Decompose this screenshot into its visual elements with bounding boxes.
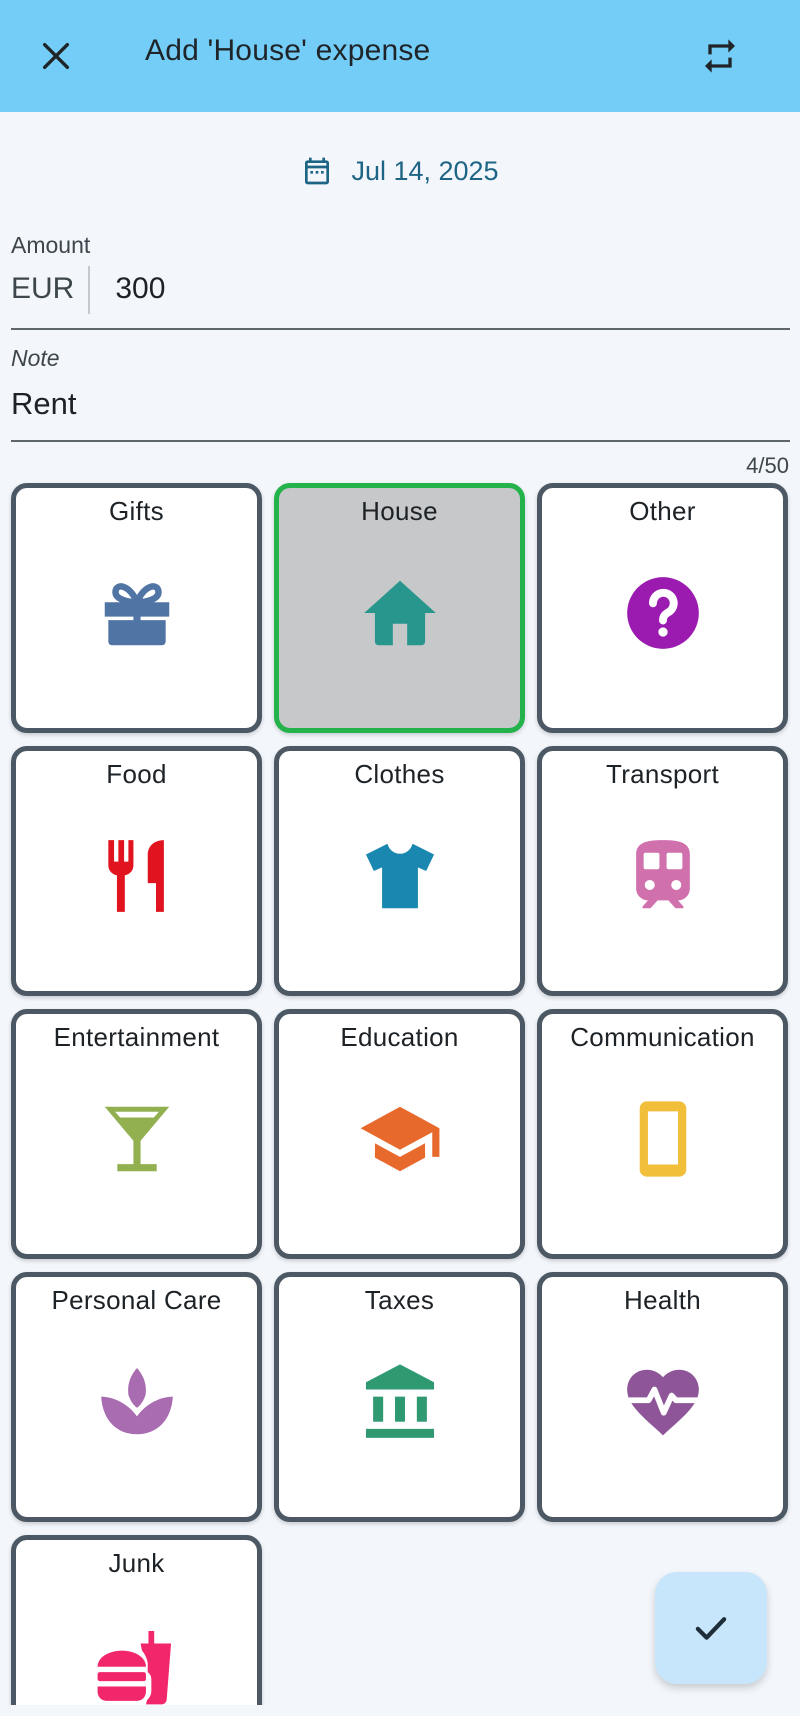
tshirt-icon bbox=[357, 833, 443, 919]
category-tile-food[interactable]: Food bbox=[11, 746, 262, 996]
note-input[interactable] bbox=[11, 378, 771, 422]
phone-icon bbox=[620, 1096, 706, 1182]
category-label: Personal Care bbox=[51, 1285, 222, 1315]
category-label: Clothes bbox=[354, 759, 445, 789]
gift-icon bbox=[94, 570, 180, 656]
amount-label: Amount bbox=[11, 232, 91, 258]
category-label: House bbox=[361, 496, 438, 526]
page-title: Add 'House' expense bbox=[145, 34, 431, 67]
check-icon bbox=[695, 1617, 727, 1640]
lotus-icon bbox=[94, 1359, 180, 1445]
category-tile-transport[interactable]: Transport bbox=[537, 746, 788, 996]
graduation-cap-icon bbox=[357, 1096, 443, 1182]
category-label: Food bbox=[106, 759, 167, 789]
category-label: Other bbox=[629, 496, 696, 526]
category-tile-other[interactable]: Other bbox=[537, 483, 788, 733]
switch-transaction-type-button[interactable] bbox=[692, 26, 748, 86]
category-tile-junk[interactable]: Junk bbox=[11, 1535, 262, 1716]
close-button[interactable] bbox=[30, 26, 82, 86]
currency-divider bbox=[88, 266, 91, 314]
train-icon bbox=[620, 833, 706, 919]
category-tile-entertainment[interactable]: Entertainment bbox=[11, 1009, 262, 1259]
note-label: Note bbox=[11, 345, 60, 371]
calendar-icon bbox=[301, 154, 333, 188]
category-label: Health bbox=[624, 1285, 701, 1315]
date-picker[interactable]: Jul 14, 2025 bbox=[0, 148, 800, 194]
category-tile-education[interactable]: Education bbox=[274, 1009, 525, 1259]
date-value: Jul 14, 2025 bbox=[351, 155, 499, 186]
category-tile-gifts[interactable]: Gifts bbox=[11, 483, 262, 733]
question-icon bbox=[620, 570, 706, 656]
fast-food-icon bbox=[94, 1622, 180, 1708]
close-icon bbox=[42, 42, 70, 70]
category-label: Junk bbox=[108, 1548, 165, 1578]
category-label: Entertainment bbox=[53, 1022, 220, 1052]
bank-icon bbox=[357, 1359, 443, 1445]
category-tile-communication[interactable]: Communication bbox=[537, 1009, 788, 1259]
note-field[interactable] bbox=[11, 378, 790, 442]
amount-field[interactable]: EUR bbox=[11, 264, 790, 330]
category-tile-house[interactable]: House bbox=[274, 483, 525, 733]
currency-prefix[interactable]: EUR bbox=[11, 264, 88, 306]
category-label: Communication bbox=[570, 1022, 755, 1052]
amount-input[interactable] bbox=[115, 264, 716, 306]
category-tile-health[interactable]: Health bbox=[537, 1272, 788, 1522]
category-tile-taxes[interactable]: Taxes bbox=[274, 1272, 525, 1522]
category-tile-personal-care[interactable]: Personal Care bbox=[11, 1272, 262, 1522]
cocktail-icon bbox=[94, 1096, 180, 1182]
fork-knife-icon bbox=[94, 833, 180, 919]
repeat-icon bbox=[705, 39, 735, 73]
bottom-edge bbox=[0, 1705, 800, 1716]
app-bar: Add 'House' expense bbox=[0, 0, 800, 112]
category-label: Education bbox=[340, 1022, 459, 1052]
house-icon bbox=[357, 570, 443, 656]
category-label: Taxes bbox=[364, 1285, 435, 1315]
note-character-counter: 4/50 bbox=[746, 453, 789, 478]
category-label: Gifts bbox=[109, 496, 164, 526]
confirm-button[interactable] bbox=[655, 1572, 767, 1684]
heart-pulse-icon bbox=[620, 1359, 706, 1445]
category-tile-clothes[interactable]: Clothes bbox=[274, 746, 525, 996]
category-label: Transport bbox=[606, 759, 719, 789]
